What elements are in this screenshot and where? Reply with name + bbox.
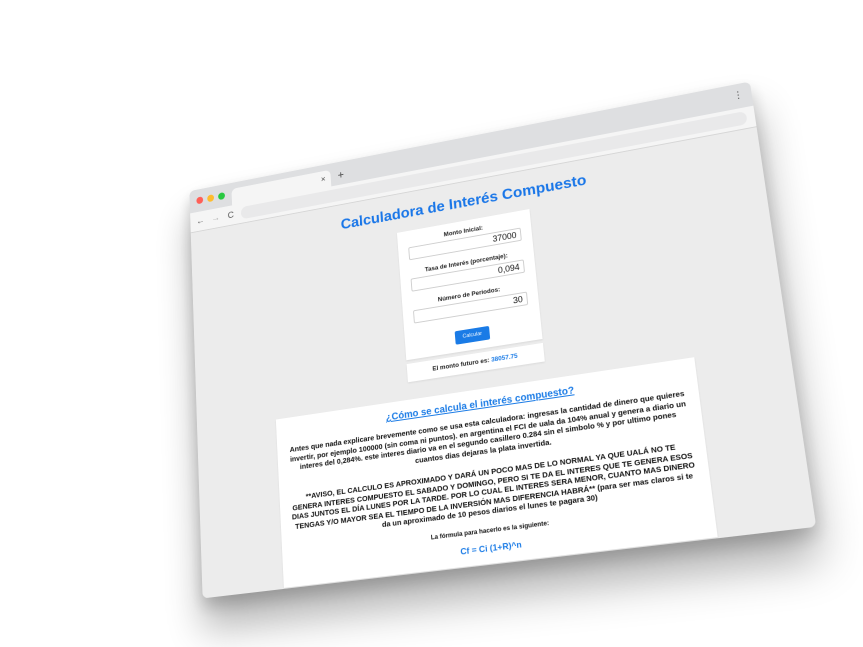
info-section: ¿Cómo se calcula el interés compuesto? A… xyxy=(275,357,718,588)
result-label: El monto futuro es: xyxy=(432,357,490,373)
tab-close-icon[interactable]: × xyxy=(321,173,326,184)
maximize-window-dot[interactable] xyxy=(218,192,226,201)
new-tab-icon[interactable]: + xyxy=(330,168,344,186)
minimize-window-dot[interactable] xyxy=(207,194,215,203)
browser-window: × + ⋮ ← → C Calculadora de Interés Compu… xyxy=(189,81,817,599)
back-arrow-icon[interactable]: ← xyxy=(195,215,205,226)
result-value: 38057.75 xyxy=(490,352,518,364)
browser-menu-icon[interactable]: ⋮ xyxy=(732,90,744,102)
calculator-form: Monto Inicial: 37000 Tasa de Interés (po… xyxy=(396,208,543,361)
forward-arrow-icon[interactable]: → xyxy=(210,212,220,224)
close-window-dot[interactable] xyxy=(196,196,204,205)
screenshot-stage: × + ⋮ ← → C Calculadora de Interés Compu… xyxy=(0,0,863,647)
reload-icon[interactable]: C xyxy=(226,209,237,221)
calculate-button[interactable]: Calcular xyxy=(454,325,491,345)
